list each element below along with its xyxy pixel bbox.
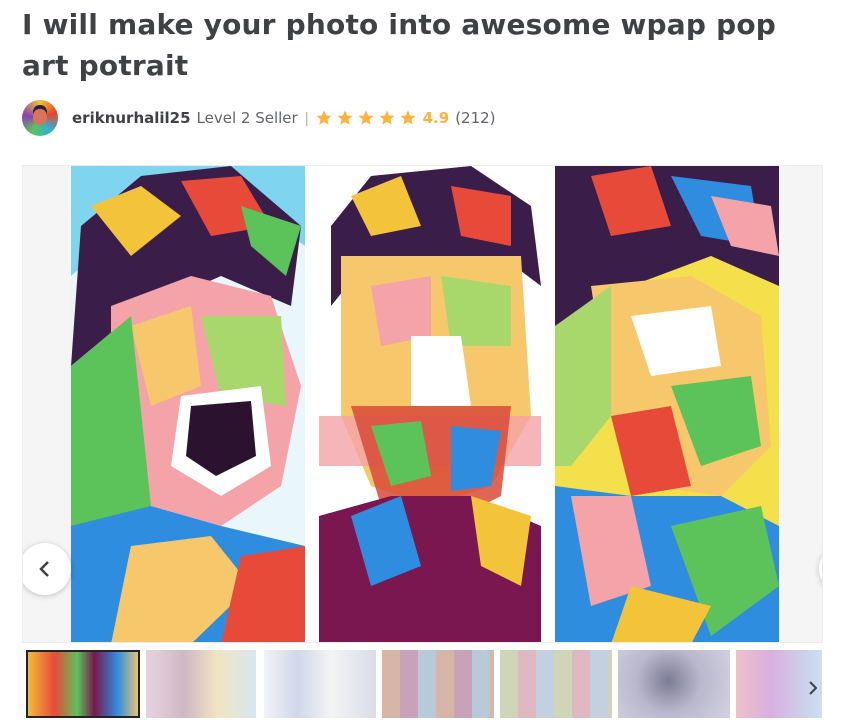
- portrait-2: [319, 166, 541, 642]
- rating-score: 4.9: [422, 109, 450, 127]
- gallery-thumbnail[interactable]: [618, 650, 730, 718]
- rating-stars: [315, 109, 417, 127]
- star-icon: [358, 110, 374, 125]
- gallery-prev-button[interactable]: [23, 543, 71, 595]
- star-icon: [379, 110, 395, 125]
- seller-level: Level 2 Seller: [196, 109, 298, 127]
- rating-count[interactable]: (212): [455, 109, 495, 127]
- seller-avatar[interactable]: [22, 100, 58, 136]
- divider: |: [304, 109, 309, 127]
- star-icon: [316, 110, 332, 125]
- chevron-left-icon: [39, 561, 49, 577]
- gallery-thumbnails: [26, 650, 822, 718]
- seller-overview: eriknurhalil25 Level 2 Seller | 4.9 (212…: [22, 99, 496, 137]
- thumbnails-next-button[interactable]: [806, 676, 820, 700]
- gallery-thumbnail[interactable]: [146, 650, 256, 718]
- chevron-right-icon: [809, 681, 818, 695]
- gallery-thumbnail[interactable]: [382, 650, 494, 718]
- main-gallery-image[interactable]: [71, 166, 779, 643]
- star-icon: [400, 110, 416, 125]
- gig-title: I will make your photo into awesome wpap…: [22, 8, 776, 82]
- gallery-thumbnail[interactable]: [26, 650, 140, 718]
- star-icon: [337, 110, 353, 125]
- seller-username[interactable]: eriknurhalil25: [72, 109, 191, 127]
- gallery-thumbnail[interactable]: [500, 650, 612, 718]
- portrait-3: [555, 166, 779, 642]
- gig-gallery: [22, 165, 823, 643]
- gallery-next-button[interactable]: [819, 543, 822, 595]
- portrait-1: [71, 166, 305, 642]
- gallery-thumbnail[interactable]: [264, 650, 376, 718]
